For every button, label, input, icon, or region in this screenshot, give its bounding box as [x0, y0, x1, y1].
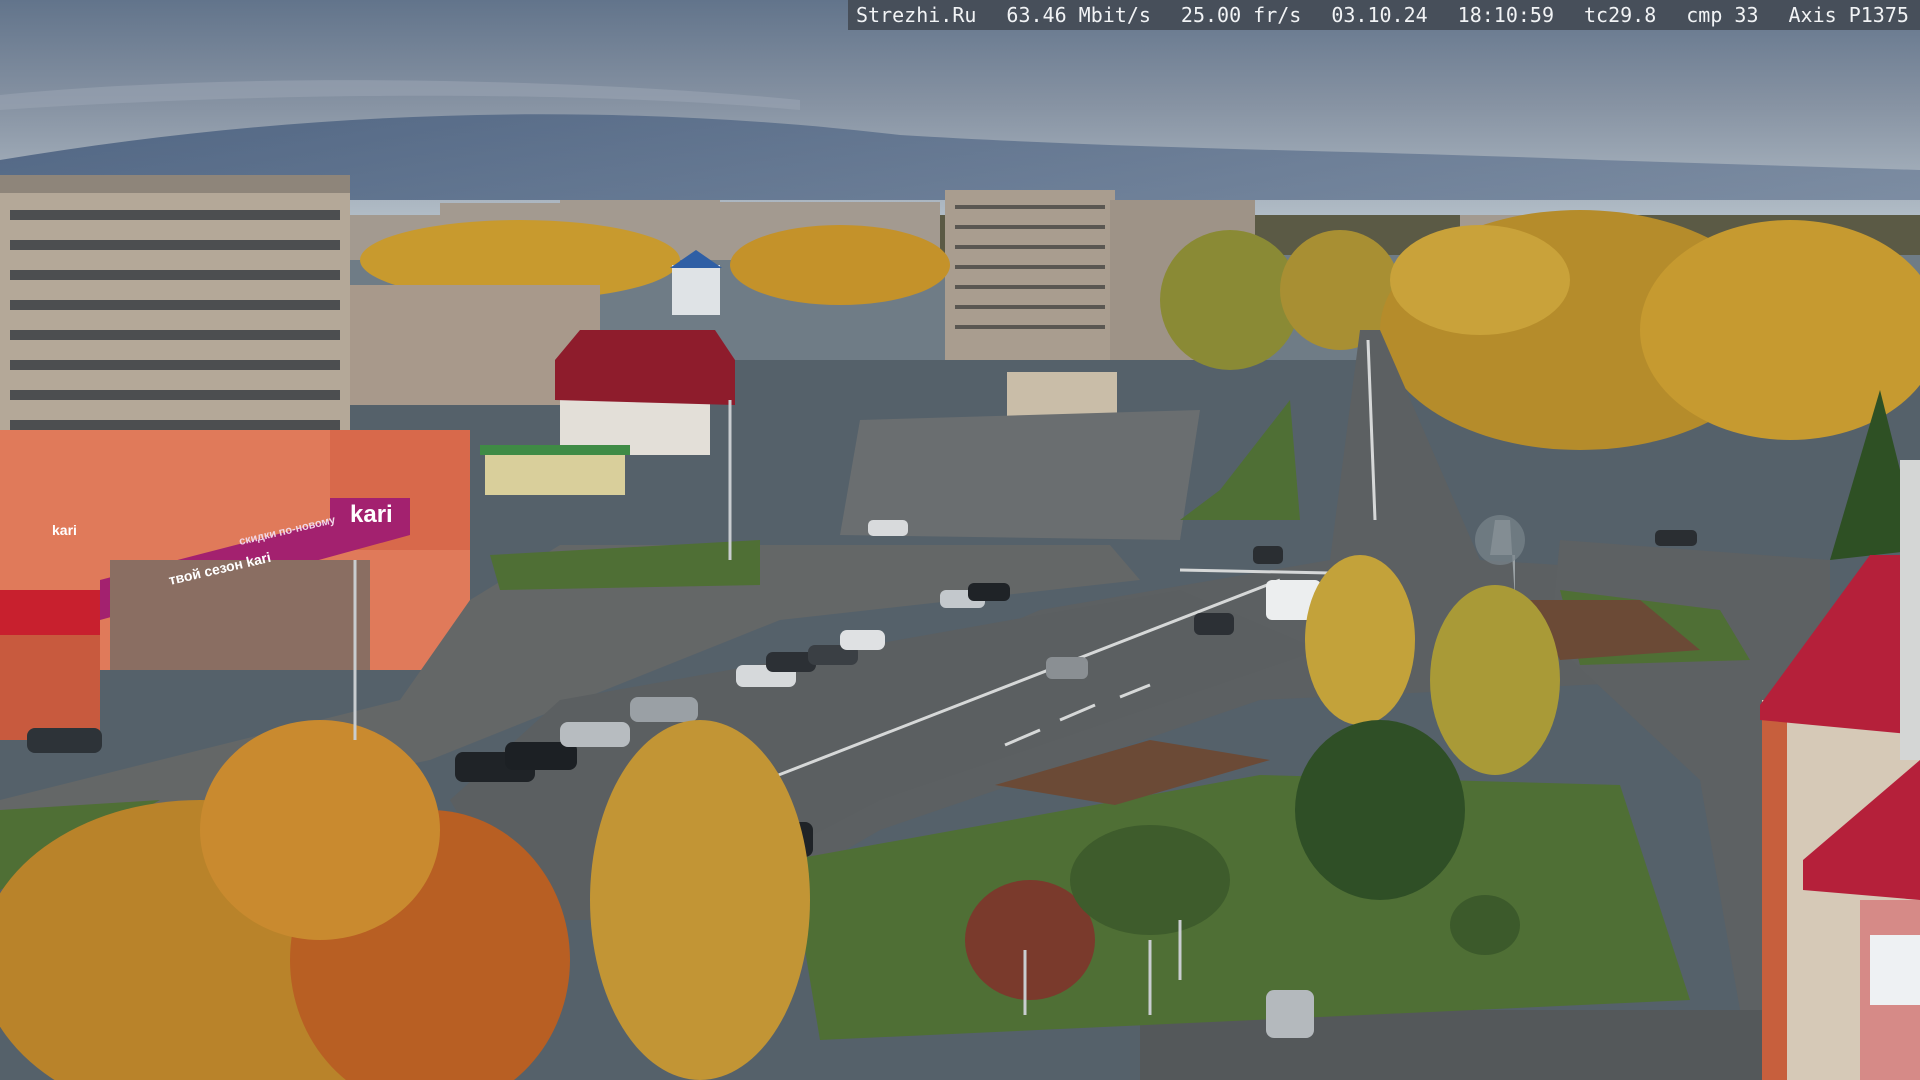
overlay-date: 03.10.24 — [1331, 3, 1428, 27]
overlay-bitrate: 63.46 Mbit/s — [1006, 3, 1151, 27]
overlay-tc: tc29.8 — [1584, 3, 1657, 27]
kari-sign-small: kari — [52, 522, 77, 538]
kiosk-roof — [480, 445, 630, 455]
fountain-disc — [1475, 515, 1525, 565]
red-roof — [555, 330, 735, 405]
overlay-camera-model: Axis P1375 — [1788, 3, 1909, 27]
blue-tower-building — [672, 265, 720, 315]
overlay-site: Strezhi.Ru — [856, 3, 977, 27]
tall-apartment-block-center — [945, 190, 1115, 365]
overlay-framerate: 25.00 fr/s — [1180, 3, 1302, 27]
small-building-center — [1007, 372, 1117, 417]
overlay-cmp: cmp 33 — [1686, 3, 1759, 27]
kari-sign-main: kari — [350, 501, 393, 528]
street-camera-view: kari твой сезон kari скидки по-новому ka… — [0, 0, 1920, 1080]
building-edge-right — [1900, 460, 1920, 760]
kiosk — [485, 450, 625, 495]
overlay-time: 18:10:59 — [1457, 3, 1554, 27]
camera-info-overlay: Strezhi.Ru 63.46 Mbit/s 25.00 fr/s 03.10… — [848, 0, 1920, 30]
